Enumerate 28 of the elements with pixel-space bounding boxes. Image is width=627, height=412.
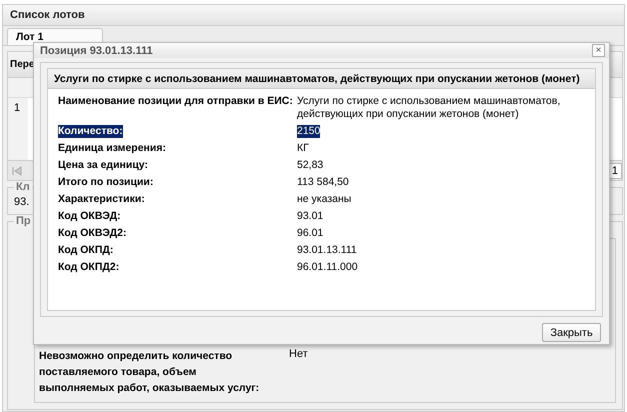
field-label: Код ОКВЭД: — [58, 210, 121, 224]
field-value: 52,83 — [297, 159, 324, 172]
field-label: Код ОКПД2: — [58, 261, 120, 274]
field-label: Цена за единицу: — [58, 159, 148, 172]
field-label: Характеристики: — [58, 193, 145, 206]
field-value: не указаны — [297, 193, 352, 206]
field-value: 96.01.11.000 — [297, 261, 358, 274]
field-value: Нет — [289, 348, 308, 362]
panel-title: Список лотов — [3, 5, 624, 26]
field-label: Невозможно определить количество поставляемого товара, объем выполняемых работ, оказываемых услуг: — [39, 349, 260, 396]
field-value: 96.01 — [297, 227, 324, 240]
field-value: 2150 — [297, 125, 320, 138]
field-label: Единица измерения: — [58, 142, 166, 156]
fieldset-legend: Пр — [14, 215, 33, 227]
field-value: Услуги по стирке с использованием машинавтоматов, действующих при опускании жетонов (монет) — [297, 95, 562, 122]
field-value: 93.01.13.111 — [297, 244, 357, 258]
field-value: КГ — [297, 142, 309, 156]
field-value: 93. — [14, 196, 30, 208]
field-label: Итого по позиции: — [58, 176, 154, 190]
field-value: 93.01 — [297, 210, 324, 224]
field-label: Код ОКВЭД2: — [58, 227, 126, 240]
row-number: 1 — [8, 98, 28, 160]
field-label: Количество: — [58, 125, 123, 138]
field-label: Код ОКПД: — [58, 244, 114, 258]
field-label: Наименование позиции для отправки в ЕИС: — [58, 95, 293, 110]
field-value: 113 584,50 — [297, 176, 349, 190]
fieldset-legend: Кл — [14, 181, 32, 193]
panel-header: Услуги по стирке с использованием машинавтоматов, действующих при опускании жетонов (монет) — [48, 69, 595, 90]
